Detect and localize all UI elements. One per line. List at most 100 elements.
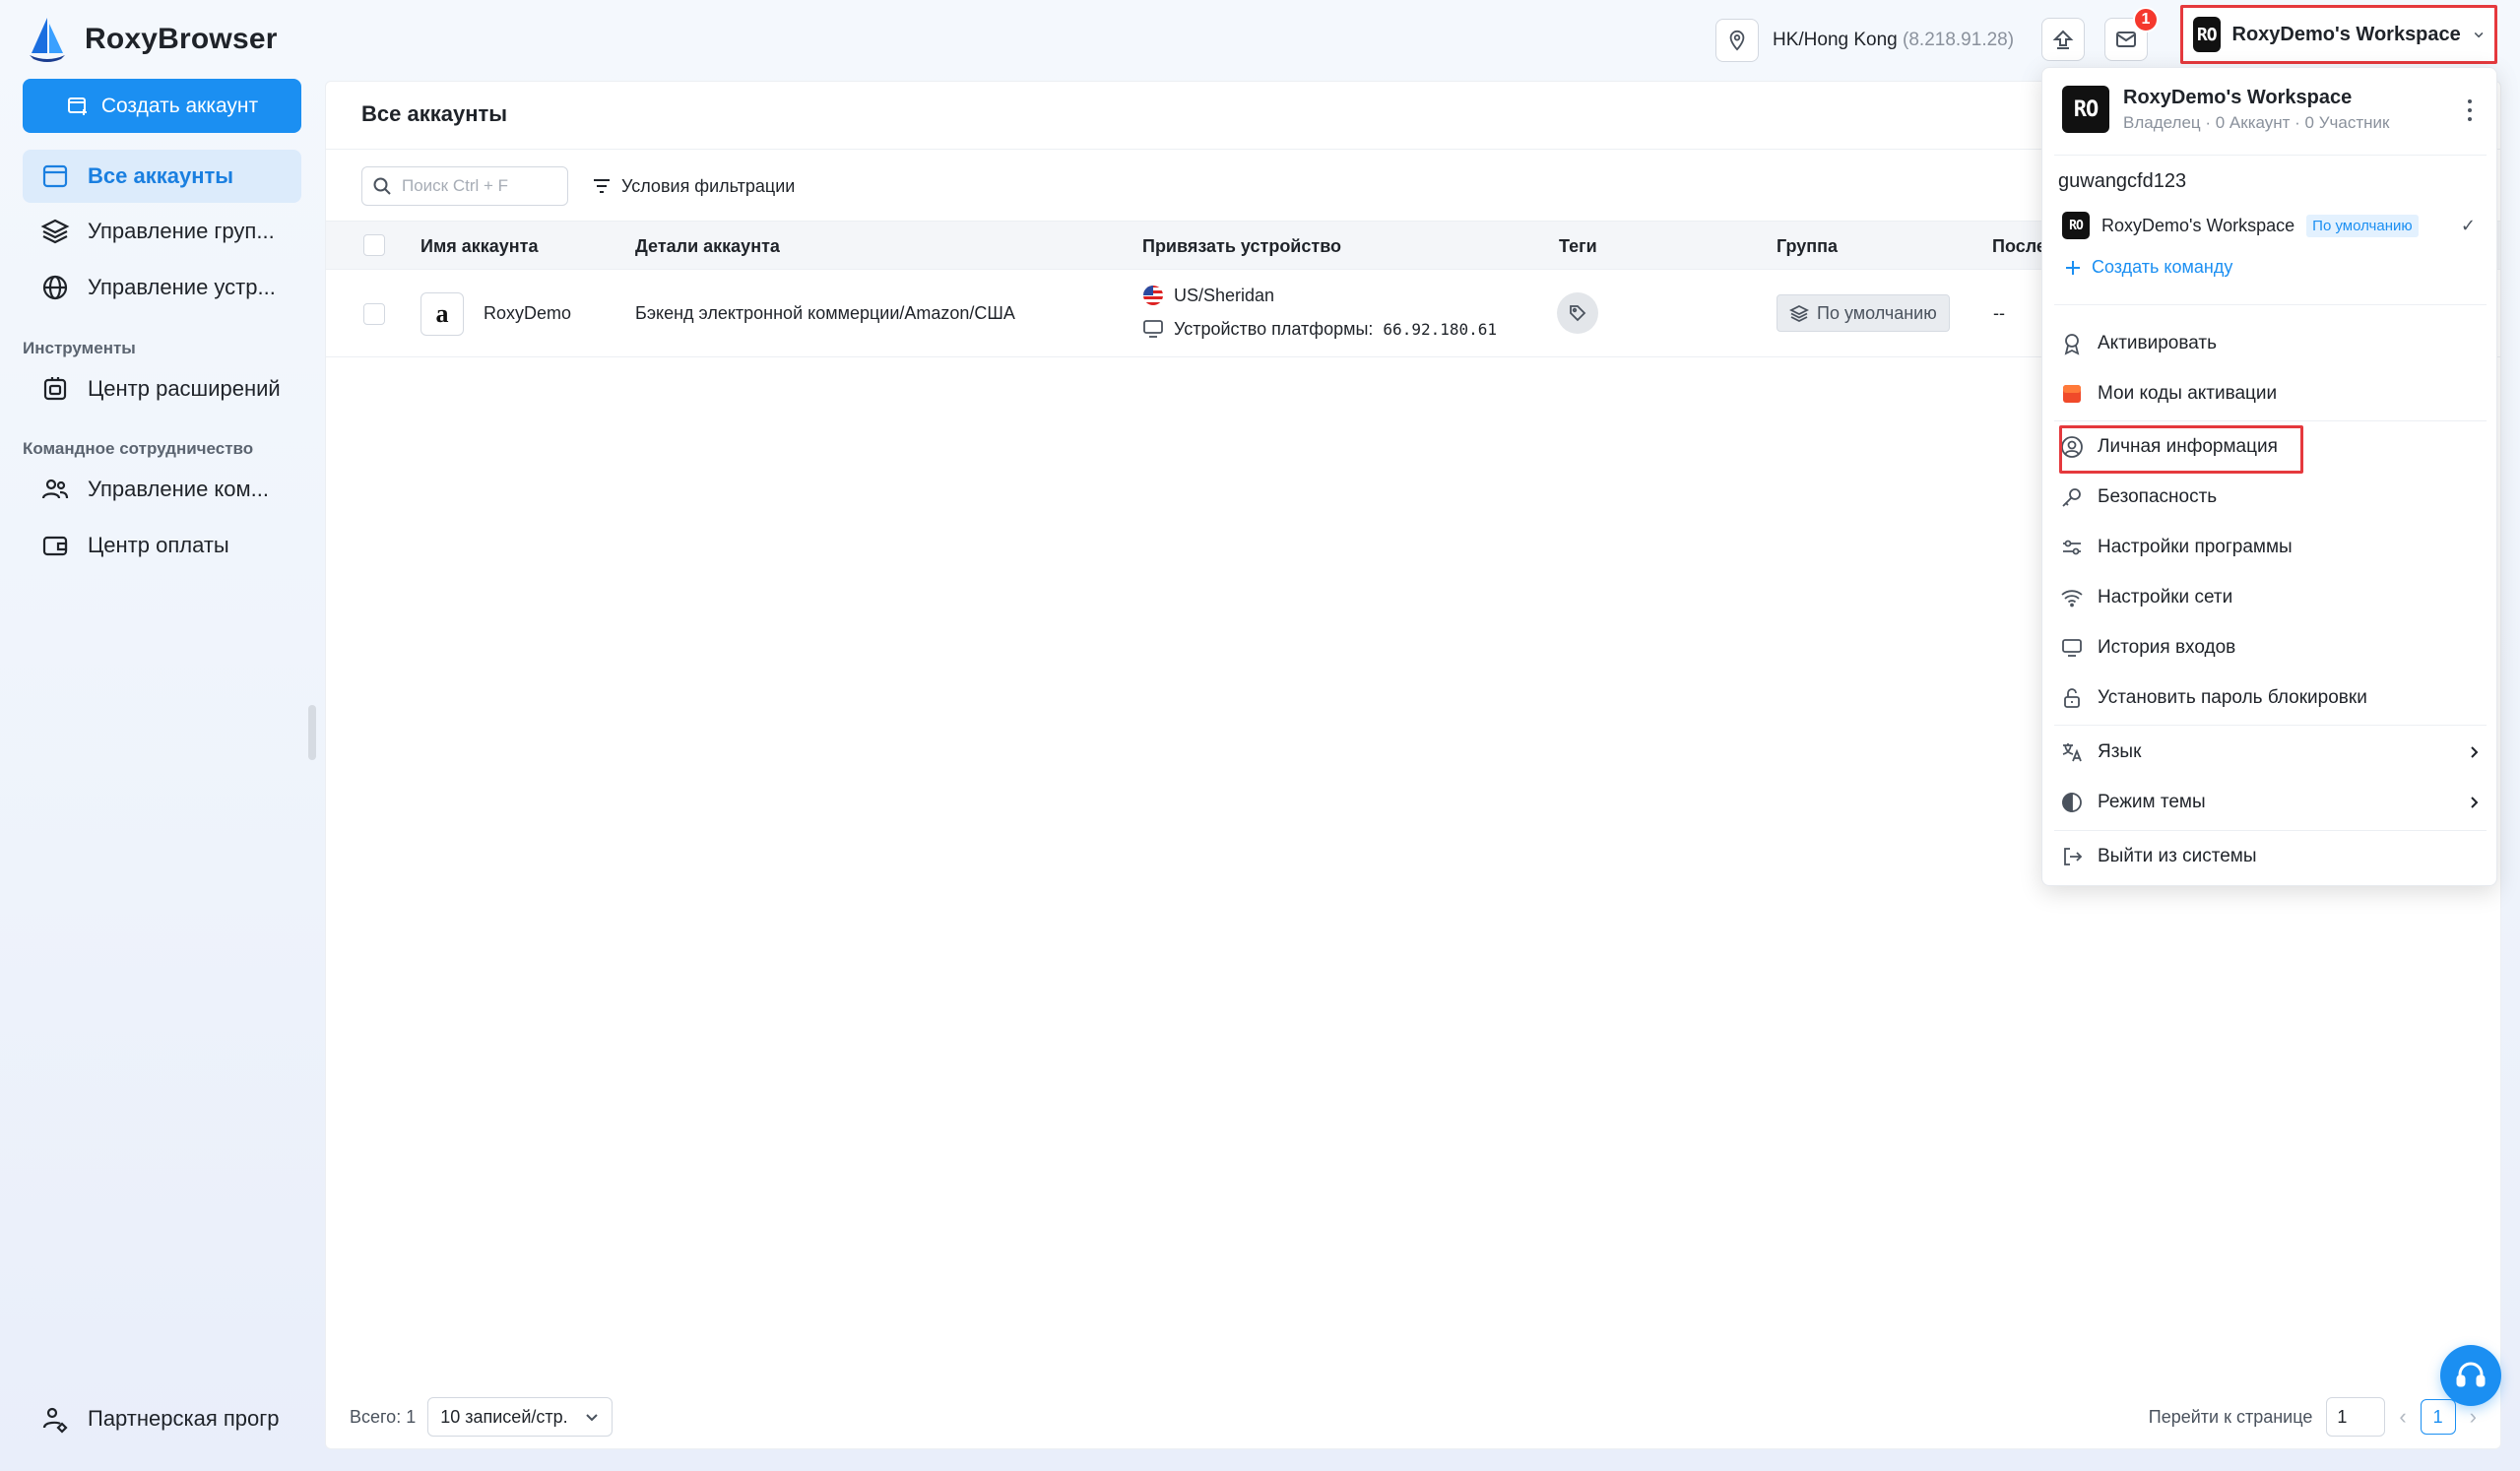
settings-sliders-icon	[2063, 540, 2081, 555]
key-icon	[2062, 488, 2081, 507]
column-header[interactable]: Имя аккаунта	[420, 222, 539, 271]
add-window-icon	[67, 96, 87, 115]
chevron-right-icon	[2471, 797, 2479, 808]
team-name: RoxyDemo's Workspace	[2101, 215, 2295, 235]
menu-item-label: Язык	[2098, 741, 2142, 762]
ip-address: (8.218.91.28)	[1903, 30, 2015, 50]
team-avatar: RO	[2062, 212, 2090, 239]
menu-item-lock-password[interactable]: Установить пароль блокировки	[2060, 677, 2482, 719]
menu-item-language[interactable]: Язык	[2060, 732, 2482, 773]
chevron-right-icon	[2471, 746, 2479, 758]
sidebar-item-billing[interactable]: Центр оплаты	[23, 519, 301, 572]
logout-icon	[2064, 848, 2083, 865]
more-vertical-icon[interactable]	[2467, 97, 2473, 123]
layers-icon	[1789, 304, 1809, 323]
workspace-name: RoxyDemo's Workspace	[2231, 23, 2461, 45]
select-all-checkbox[interactable]	[363, 234, 385, 256]
menu-item-theme-mode[interactable]: Режим темы	[2060, 782, 2482, 823]
menu-item-label: Настройки сети	[2098, 587, 2233, 608]
sidebar-item-label: Управление ком...	[88, 477, 269, 501]
pagination: Перейти к странице 1 ‹ 1 ›	[2149, 1397, 2477, 1437]
group-badge[interactable]: По умолчанию	[1777, 294, 1950, 332]
search-box[interactable]	[361, 166, 568, 206]
monitor-icon	[2062, 639, 2082, 657]
search-input[interactable]	[402, 176, 549, 196]
activation-code-icon	[2063, 385, 2081, 403]
column-header[interactable]: После	[1992, 222, 2046, 271]
device-label: Устройство платформы:	[1174, 318, 1374, 339]
menu-item-label: Выйти из системы	[2098, 846, 2257, 866]
chevron-down-icon	[586, 1414, 598, 1422]
sidebar-item-extensions[interactable]: Центр расширений	[23, 362, 301, 416]
sidebar-item-label: Все аккаунты	[88, 163, 234, 188]
sidebar-section-team: Командное сотрудничество	[23, 439, 254, 458]
sidebar-item-team-management[interactable]: Управление ком...	[23, 463, 301, 516]
mail-icon	[2116, 32, 2136, 47]
account-details: Бэкенд электронной коммерции/Amazon/США	[635, 303, 1015, 323]
prev-page-icon[interactable]: ‹	[2399, 1404, 2406, 1430]
workspace-dropdown-menu: RO RoxyDemo's Workspace Владелец · 0 Акк…	[2041, 67, 2497, 886]
sidebar-item-label: Управление устр...	[88, 275, 276, 299]
sidebar-item-label: Управление груп...	[88, 219, 275, 243]
menu-item-network-settings[interactable]: Настройки сети	[2060, 577, 2482, 618]
ip-location[interactable]: HK/Hong Kong (8.218.91.28)	[1715, 18, 2014, 63]
column-header[interactable]: Группа	[1777, 222, 1838, 271]
menu-team-item[interactable]: RO RoxyDemo's Workspace По умолчанию ✓	[2062, 212, 2476, 239]
award-icon	[2064, 334, 2080, 355]
menu-workspace-avatar: RO	[2062, 86, 2109, 133]
device-location-text: US/Sheridan	[1174, 285, 1275, 305]
wifi-icon	[2061, 590, 2083, 608]
support-chat-button[interactable]	[2440, 1345, 2501, 1406]
group-label: По умолчанию	[1817, 302, 1937, 323]
sidebar-item-all-accounts[interactable]: Все аккаунты	[23, 150, 301, 203]
sidebar-resize-handle[interactable]	[308, 705, 316, 760]
ip-location-text: HK/Hong Kong (8.218.91.28)	[1773, 30, 2014, 51]
amazon-icon: a	[420, 292, 464, 336]
menu-item-label: Настройки программы	[2098, 537, 2293, 557]
sidebar-item-label: Центр расширений	[88, 376, 281, 401]
menu-item-login-history[interactable]: История входов	[2060, 627, 2482, 669]
user-circle-icon	[2061, 436, 2083, 458]
row-checkbox[interactable]	[363, 303, 385, 325]
messages-button[interactable]: 1	[2104, 7, 2159, 61]
divider	[2054, 155, 2487, 156]
menu-workspace-header: RO RoxyDemo's Workspace Владелец · 0 Акк…	[2062, 86, 2389, 133]
account-name[interactable]: RoxyDemo	[484, 303, 571, 324]
upload-button[interactable]	[2041, 18, 2085, 61]
location-pin-icon	[1715, 19, 1759, 62]
column-header[interactable]: Детали аккаунта	[635, 222, 780, 271]
sidebar-item-partner-program[interactable]: Партнерская прогр	[23, 1392, 301, 1445]
menu-item-label: Безопасность	[2098, 486, 2218, 507]
default-badge: По умолчанию	[2306, 214, 2419, 237]
sidebar-item-device-management[interactable]: Управление устр...	[23, 261, 301, 314]
divider	[2054, 304, 2487, 305]
device-location: US/Sheridan	[1142, 285, 1274, 306]
workspace-switcher[interactable]: RO RoxyDemo's Workspace	[2180, 5, 2497, 64]
extension-icon	[43, 377, 67, 401]
add-tag-button[interactable]	[1557, 292, 1598, 334]
total-count: Всего: 1	[350, 1406, 417, 1427]
column-header[interactable]: Привязать устройство	[1142, 222, 1341, 271]
menu-item-security[interactable]: Безопасность	[2060, 477, 2482, 518]
menu-item-personal-info[interactable]: Личная информация	[2060, 426, 2482, 468]
column-header[interactable]: Теги	[1559, 222, 1597, 271]
page-size-select[interactable]: 10 записей/стр.	[427, 1397, 614, 1437]
chevron-down-icon	[2474, 32, 2484, 38]
create-account-button[interactable]: Создать аккаунт	[23, 79, 301, 133]
menu-workspace-name: RoxyDemo's Workspace	[2123, 86, 2353, 108]
filter-label: Условия фильтрации	[621, 175, 796, 196]
search-icon	[373, 177, 391, 195]
layers-icon	[40, 219, 70, 244]
menu-item-app-settings[interactable]: Настройки программы	[2060, 527, 2482, 568]
next-page-icon[interactable]: ›	[2470, 1404, 2477, 1430]
current-page-button[interactable]: 1	[2420, 1399, 2456, 1435]
menu-item-activation-codes[interactable]: Мои коды активации	[2060, 373, 2482, 415]
menu-item-logout[interactable]: Выйти из системы	[2060, 836, 2482, 877]
monitor-icon	[1143, 320, 1163, 338]
workspace-avatar: RO	[2193, 17, 2221, 52]
filter-conditions-button[interactable]: Условия фильтрации	[592, 166, 795, 206]
sidebar-item-group-management[interactable]: Управление груп...	[23, 205, 301, 258]
create-team-button[interactable]: Создать команду	[2064, 257, 2232, 278]
goto-page-input[interactable]: 1	[2326, 1397, 2386, 1437]
menu-item-activate[interactable]: Активировать	[2060, 323, 2482, 364]
